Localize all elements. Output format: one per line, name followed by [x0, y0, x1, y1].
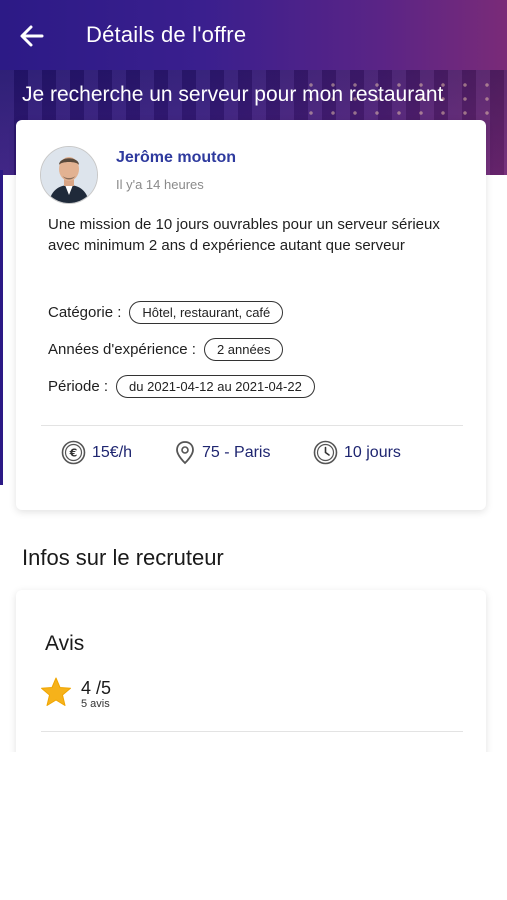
rate-info: € 15€/h [61, 440, 132, 465]
reviews-title: Avis [45, 632, 85, 655]
poster-name[interactable]: Jerôme mouton [116, 149, 236, 167]
rate-value: 15€/h [92, 443, 133, 461]
star-icon [41, 677, 71, 706]
period-label: Période : [48, 378, 109, 395]
recruiter-card: Avis 4 /5 5 avis [16, 590, 486, 760]
page-title: Détails de l'offre [86, 22, 247, 47]
avatar[interactable] [40, 146, 98, 204]
location-pin-icon [176, 441, 194, 465]
svg-text:€: € [69, 447, 78, 460]
posted-time: Il y'a 14 heures [116, 177, 204, 192]
clock-icon [313, 440, 338, 465]
duration-info: 10 jours [313, 440, 401, 465]
experience-chip: 2 années [203, 338, 284, 361]
experience-label: Années d'expérience : [48, 341, 196, 358]
period-row: Période : du 2021-04-12 au 2021-04-22 [48, 375, 315, 398]
divider [41, 425, 463, 426]
recruiter-section-title: Infos sur le recruteur [22, 545, 224, 570]
review-count: 5 avis [81, 698, 110, 710]
offer-card: Jerôme mouton Il y'a 14 heures Une missi… [16, 120, 486, 510]
back-arrow-icon[interactable] [18, 22, 46, 50]
page-bottom [0, 752, 507, 900]
category-row: Catégorie : Hôtel, restaurant, café [48, 301, 284, 324]
period-chip: du 2021-04-12 au 2021-04-22 [116, 375, 315, 398]
duration-value: 10 jours [344, 443, 401, 461]
person-avatar-icon [41, 147, 97, 203]
rating-value: 4 /5 [81, 678, 112, 698]
offer-description: Une mission de 10 jours ouvrables pour u… [48, 216, 440, 254]
experience-row: Années d'expérience : 2 années [48, 338, 284, 361]
category-chip: Hôtel, restaurant, café [129, 301, 284, 324]
app-bar: Détails de l'offre [0, 0, 507, 72]
divider [41, 731, 463, 732]
category-label: Catégorie : [48, 304, 122, 321]
background-strip [0, 170, 3, 485]
location-value: 75 - Paris [202, 443, 271, 461]
euro-coin-icon: € [61, 440, 86, 465]
offer-title: Je recherche un serveur pour mon restaur… [22, 83, 444, 106]
location-info: 75 - Paris [174, 440, 270, 465]
